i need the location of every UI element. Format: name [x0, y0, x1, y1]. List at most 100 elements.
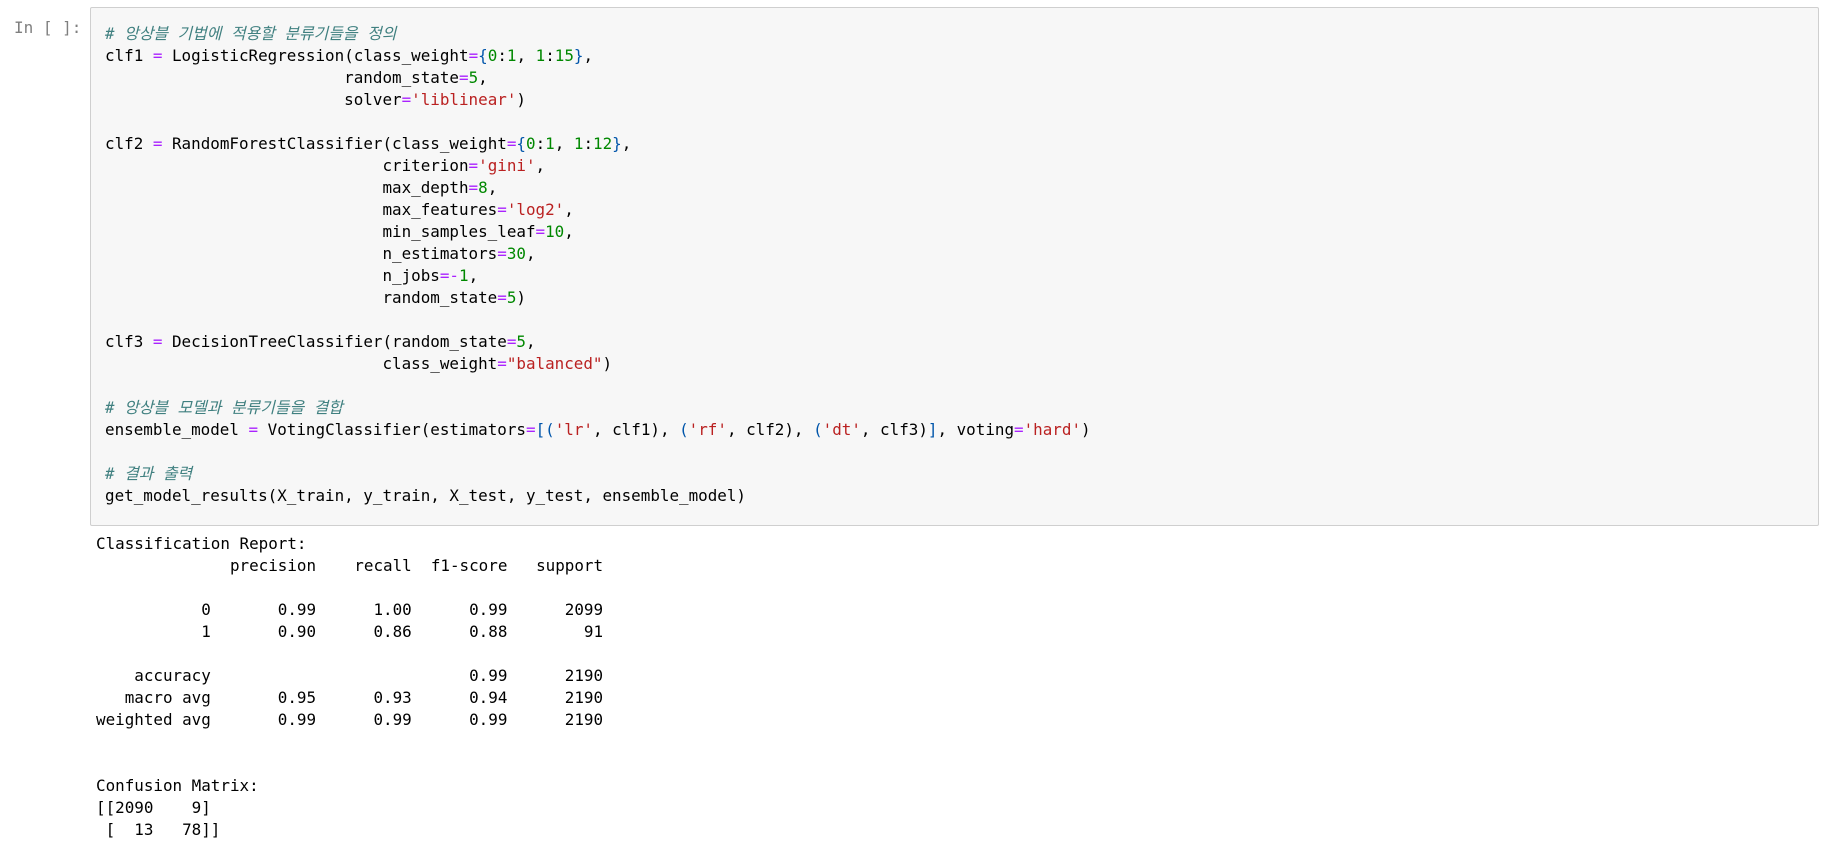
output-line: accuracy 0.99 2190: [96, 666, 604, 685]
code-token-string: "balanced": [506, 354, 603, 373]
output-line: Classification Report:: [96, 534, 307, 553]
code-token-punct: [(: [535, 420, 555, 439]
code-line: min_samples_leaf=10,: [105, 221, 1091, 243]
code-token-string: 'log2': [506, 200, 565, 219]
code-token-op: =: [468, 178, 479, 197]
code-line: clf2 = RandomForestClassifier(class_weig…: [105, 133, 1091, 155]
code-token-punct: (: [679, 420, 689, 439]
code-token: class_weight: [105, 354, 498, 373]
code-token-op: =: [497, 288, 507, 307]
code-token: RandomForestClassifier(class_weight: [162, 134, 507, 153]
code-token-op: =: [458, 68, 469, 87]
code-token: ,: [554, 134, 574, 153]
code-editor[interactable]: # 앙상블 기법에 적용할 분류기들을 정의 clf1 = LogisticReg…: [105, 23, 1091, 507]
code-token-op: =: [497, 244, 507, 263]
code-token: ,: [564, 200, 574, 219]
code-token-op: =: [248, 420, 259, 439]
code-token-number: 10: [545, 222, 565, 241]
code-token: solver: [105, 90, 402, 109]
code-token: random_state: [105, 68, 459, 87]
output-line: precision recall f1-score support: [96, 556, 604, 575]
code-token-comment: # 앙상블 기법에 적용할 분류기들을 정의: [105, 24, 397, 43]
code-token: clf2: [105, 134, 153, 153]
code-token-number: 12: [593, 134, 613, 153]
code-token: ,: [535, 156, 546, 175]
code-line: get_model_results(X_train, y_train, X_te…: [105, 485, 1091, 507]
code-line: random_state=5): [105, 287, 1091, 309]
output-line: 1 0.90 0.86 0.88 91: [96, 622, 604, 641]
output-line: [[2090 9]: [96, 798, 211, 817]
code-token: max_features: [105, 200, 498, 219]
output-line: [ 13 78]]: [96, 820, 221, 839]
code-token-op: =: [152, 46, 163, 65]
code-token-number: 15: [554, 46, 574, 65]
code-token: , clf3): [860, 420, 928, 439]
code-token: get_model_results(X_train, y_train, X_te…: [105, 486, 746, 505]
code-line: ensemble_model = VotingClassifier(estima…: [105, 419, 1091, 441]
code-token-op: =: [497, 354, 507, 373]
code-token: ,: [564, 222, 574, 241]
code-token: ,: [525, 244, 536, 263]
code-token-string: 'rf': [688, 420, 727, 439]
code-token-op: =: [506, 332, 517, 351]
code-line: clf1 = LogisticRegression(class_weight={…: [105, 45, 1091, 67]
input-prompt: In [ ]:: [14, 18, 82, 37]
code-token-punct: }: [612, 134, 622, 153]
code-token: ensemble_model: [105, 420, 249, 439]
code-token: LogisticRegression(class_weight: [162, 46, 469, 65]
code-token-number: 1: [459, 266, 469, 285]
code-token-op: =: [497, 200, 507, 219]
code-token: ): [602, 354, 613, 373]
code-token-number: 5: [506, 288, 517, 307]
code-line: clf3 = DecisionTreeClassifier(random_sta…: [105, 331, 1091, 353]
code-token: ,: [516, 46, 536, 65]
code-token: VotingClassifier(estimators: [258, 420, 526, 439]
code-line: solver='liblinear'): [105, 89, 1091, 111]
code-input-area[interactable]: # 앙상블 기법에 적용할 분류기들을 정의 clf1 = LogisticReg…: [90, 7, 1819, 526]
code-token-number: 1: [545, 134, 555, 153]
code-token-op: =: [152, 332, 163, 351]
code-token: ): [1081, 420, 1091, 439]
code-token: :: [535, 134, 546, 153]
output-line: weighted avg 0.99 0.99 0.99 2190: [96, 710, 604, 729]
code-token: ): [516, 90, 526, 109]
code-line: n_estimators=30,: [105, 243, 1091, 265]
output-line: macro avg 0.95 0.93 0.94 2190: [96, 688, 604, 707]
code-token-string: 'liblinear': [411, 90, 517, 109]
code-token-string: 'gini': [478, 156, 536, 175]
code-line: # 결과 출력: [105, 463, 1091, 485]
code-token: max_depth: [105, 178, 469, 197]
code-token: ,: [468, 266, 479, 285]
code-token: min_samples_leaf: [105, 222, 536, 241]
code-token-op: =: [1014, 420, 1024, 439]
code-token-string: 'lr': [554, 420, 593, 439]
cell-output: Classification Report: precision recall …: [96, 533, 603, 841]
code-token: n_jobs: [105, 266, 440, 285]
code-token-comment: # 결과 출력: [105, 464, 193, 483]
code-token-op: =: [152, 134, 163, 153]
code-token: :: [497, 46, 507, 65]
code-token-string: 'hard': [1023, 420, 1082, 439]
code-line: # 앙상블 모델과 분류기들을 결합: [105, 397, 1091, 419]
code-token: :: [545, 46, 555, 65]
code-line: class_weight="balanced"): [105, 353, 1091, 375]
code-token-number: 5: [468, 68, 479, 87]
output-line: 0 0.99 1.00 0.99 2099: [96, 600, 604, 619]
code-line: n_jobs=-1,: [105, 265, 1091, 287]
code-line: random_state=5,: [105, 67, 1091, 89]
code-token: ,: [583, 46, 594, 65]
code-token-op: =: [535, 222, 546, 241]
code-token: clf3: [105, 332, 153, 351]
code-token: :: [583, 134, 594, 153]
code-token-number: 0: [526, 134, 536, 153]
code-token: ,: [487, 178, 498, 197]
code-token-comment: # 앙상블 모델과 분류기들을 결합: [105, 398, 343, 417]
code-line: max_features='log2',: [105, 199, 1091, 221]
code-token: , clf2),: [726, 420, 814, 439]
